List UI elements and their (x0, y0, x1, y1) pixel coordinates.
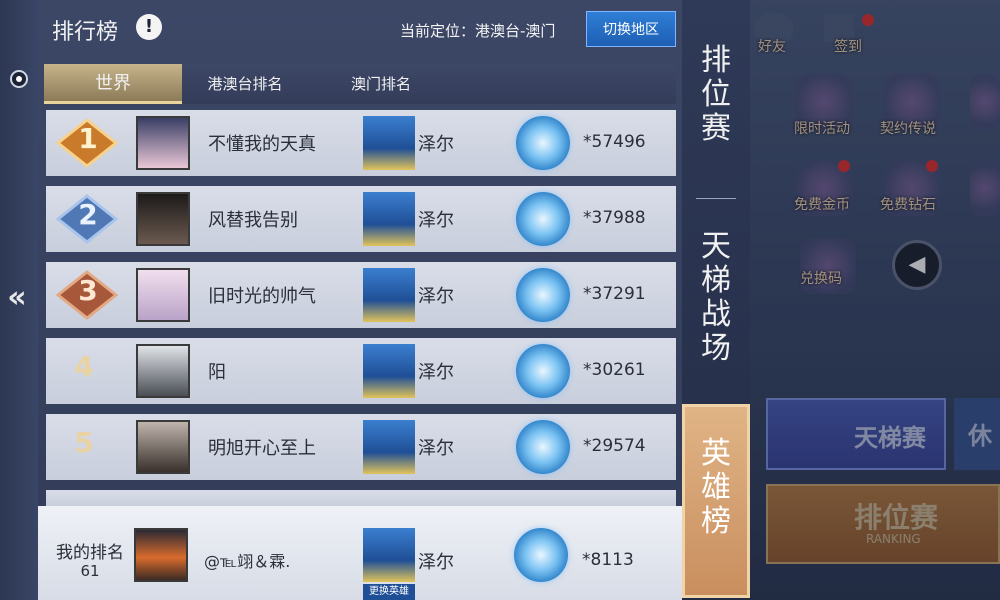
rank-number: 1 (78, 122, 98, 155)
leaderboard-panel: 排行榜 ! 当前定位：港澳台-澳门 切换地区 世界 港澳台排名 澳门排名 1 不… (38, 0, 682, 600)
leaderboard-tabs: 世界 港澳台排名 澳门排名 (44, 64, 676, 104)
avatar[interactable] (136, 268, 190, 322)
rank-number: 3 (78, 274, 98, 307)
leaderboard-row[interactable]: 2 风替我告别 泽尔 *37988 (46, 186, 676, 252)
switch-region-button[interactable]: 切换地区 (586, 11, 676, 47)
rank-tier-emblem-icon (516, 116, 570, 170)
hero-name: 泽尔 (418, 438, 454, 459)
player-name: 不懂我的天真 (208, 134, 316, 155)
side-tab-divider (696, 198, 736, 199)
hero-portrait (363, 116, 415, 170)
player-name: @℡翊＆霖. (204, 552, 291, 571)
rank-tier-emblem-icon (516, 420, 570, 474)
page-indicator-dot (10, 70, 28, 88)
avatar[interactable] (136, 344, 190, 398)
hero-name: 泽尔 (418, 210, 454, 231)
change-hero-button[interactable]: 更换英雄 (363, 584, 415, 600)
rank-number: 5 (74, 426, 94, 459)
leaderboard-header: 排行榜 ! 当前定位：港澳台-澳门 切换地区 (38, 0, 682, 58)
avatar[interactable] (136, 192, 190, 246)
score: *8113 (582, 550, 634, 570)
hero-portrait (363, 344, 415, 398)
back-chevron-icon[interactable]: « (2, 280, 32, 316)
left-edge-strip: « (0, 0, 38, 600)
leaderboard-row[interactable]: 5 明旭开心至上 泽尔 *29574 (46, 414, 676, 480)
score: *37291 (583, 284, 646, 304)
hero-portrait (363, 192, 415, 246)
rank-tier-emblem-icon (516, 344, 570, 398)
leaderboard-side-tabs: 排位赛 天梯战场 英雄榜 (682, 0, 750, 600)
my-ranking-label: 我的排名 (56, 543, 124, 563)
page-title: 排行榜 (52, 20, 119, 45)
score: *57496 (583, 132, 646, 152)
rank-number: 4 (74, 350, 94, 383)
tab-hero-ranking[interactable]: 英雄榜 (682, 404, 750, 598)
tab-ladder-battlefield[interactable]: 天梯战场 (682, 230, 750, 380)
score: *37988 (583, 208, 646, 228)
rank-tier-emblem-icon (514, 528, 568, 582)
info-icon[interactable]: ! (136, 14, 162, 40)
current-location: 当前定位：港澳台-澳门 (400, 22, 556, 40)
score: *29574 (583, 436, 646, 456)
leaderboard-row[interactable]: 3 旧时光的帅气 泽尔 *37291 (46, 262, 676, 328)
avatar[interactable] (136, 420, 190, 474)
hero-name: 泽尔 (418, 552, 454, 573)
hero-portrait (363, 528, 415, 582)
player-name: 明旭开心至上 (208, 438, 316, 459)
avatar[interactable] (134, 528, 188, 582)
leaderboard-row[interactable]: 1 不懂我的天真 泽尔 *57496 (46, 110, 676, 176)
player-name: 风替我告别 (208, 210, 298, 231)
tab-region-ranking[interactable]: 港澳台排名 (190, 64, 300, 104)
rank-tier-emblem-icon (516, 268, 570, 322)
score: *30261 (583, 360, 646, 380)
leaderboard-row-partial[interactable] (46, 490, 676, 506)
hero-name: 泽尔 (418, 134, 454, 155)
player-name: 旧时光的帅气 (208, 286, 316, 307)
tab-ranked[interactable]: 排位赛 (682, 44, 750, 194)
hero-portrait (363, 268, 415, 322)
hero-name: 泽尔 (418, 286, 454, 307)
leaderboard-row[interactable]: 4 阳 泽尔 *30261 (46, 338, 676, 404)
hero-portrait (363, 420, 415, 474)
my-ranking-row[interactable]: 我的排名 61 @℡翊＆霖. 更换英雄 泽尔 *8113 (38, 506, 682, 600)
rank-number: 2 (78, 198, 98, 231)
player-name: 阳 (208, 362, 226, 383)
hero-name: 泽尔 (418, 362, 454, 383)
my-ranking-number: 61 (80, 562, 100, 580)
avatar[interactable] (136, 116, 190, 170)
tab-macau-ranking[interactable]: 澳门排名 (336, 64, 426, 104)
tab-world[interactable]: 世界 (44, 64, 182, 104)
rank-tier-emblem-icon (516, 192, 570, 246)
